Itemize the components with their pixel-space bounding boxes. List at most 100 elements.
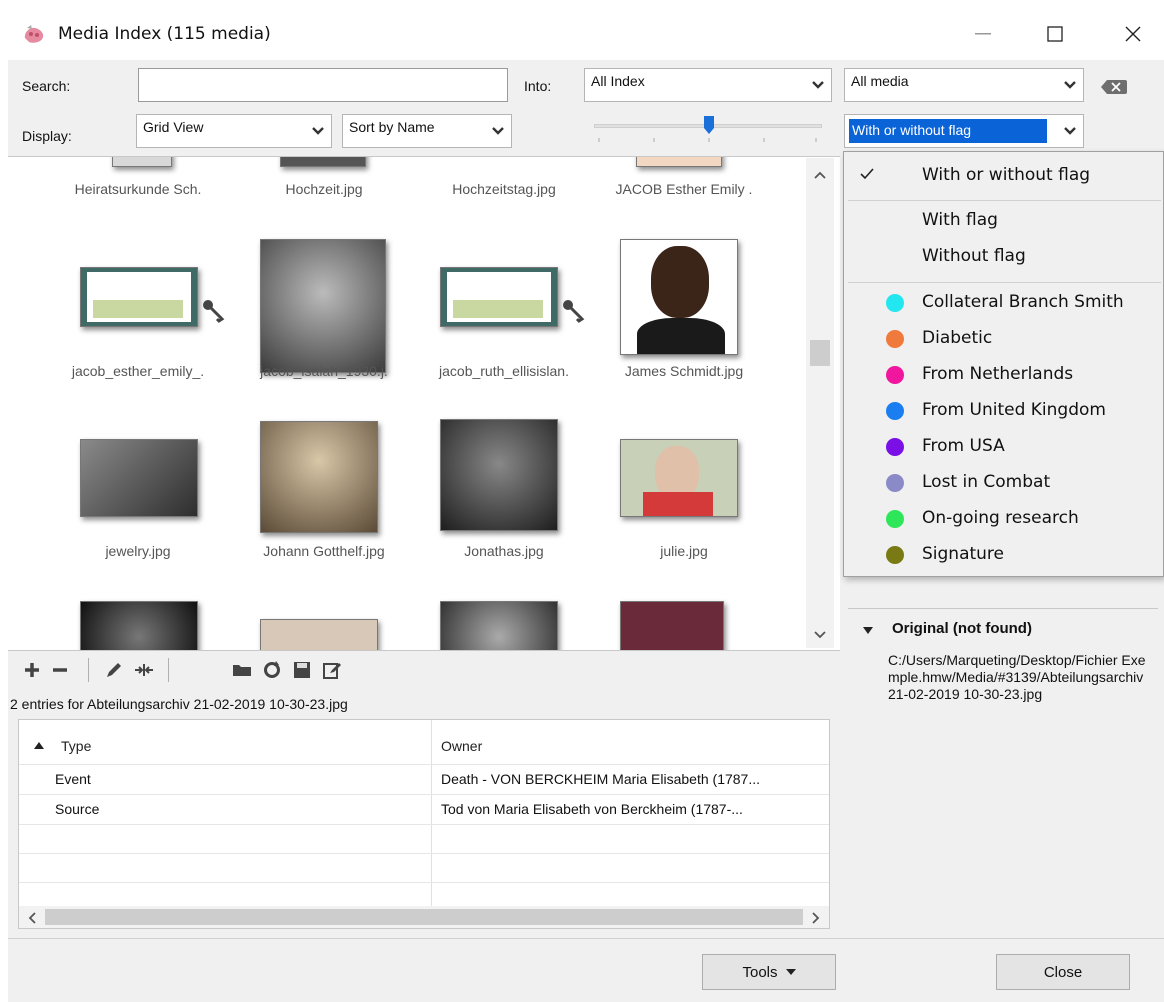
media-thumbnail[interactable] <box>80 439 198 517</box>
flag-color-dot <box>886 510 904 528</box>
maximize-icon <box>1047 26 1063 42</box>
slider-ticks <box>598 138 817 142</box>
media-thumbnail[interactable] <box>620 601 724 650</box>
menu-item-flag[interactable]: From Netherlands <box>922 364 1073 384</box>
sort-select[interactable]: Sort by Name <box>342 114 512 148</box>
usage-summary: 2 entries for Abteilungsarchiv 21-02-201… <box>10 696 348 712</box>
display-mode-select[interactable]: Grid View <box>136 114 332 148</box>
flag-color-dot <box>886 402 904 420</box>
minimize-button[interactable] <box>960 16 1006 52</box>
media-thumbnail[interactable] <box>636 157 722 167</box>
slider-thumb[interactable] <box>704 116 714 134</box>
details-divider <box>848 608 1158 609</box>
menu-item-flag[interactable]: Lost in Combat <box>922 472 1050 492</box>
flag-color-dot <box>886 474 904 492</box>
save-icon[interactable] <box>292 660 312 680</box>
scroll-down-icon[interactable] <box>814 630 826 640</box>
media-grid[interactable]: Heiratsurkunde Sch. Hochzeit.jpg Hochzei… <box>8 156 840 651</box>
media-thumbnail[interactable] <box>80 601 198 650</box>
hscrollbar-thumb[interactable] <box>45 909 803 925</box>
refresh-icon[interactable] <box>262 660 282 680</box>
flag-color-dot <box>886 366 904 384</box>
menu-separator <box>848 200 1161 201</box>
display-label: Display: <box>22 128 72 144</box>
clear-icon <box>1101 80 1127 94</box>
usage-table[interactable]: Type Owner Event Death - VON BERCKHEIM M… <box>18 719 830 929</box>
scroll-left-icon[interactable] <box>27 912 37 924</box>
column-header-type[interactable]: Type <box>61 738 91 754</box>
merge-icon[interactable] <box>134 660 154 680</box>
media-thumbnail[interactable] <box>80 267 198 327</box>
menu-item-with-or-without-flag[interactable]: With or without flag <box>922 165 1090 185</box>
into-select[interactable]: All Index <box>584 68 832 102</box>
media-caption: jacob_ruth_ellisislan. <box>439 363 569 379</box>
menu-item-with-flag[interactable]: With flag <box>922 210 998 230</box>
media-caption: Johann Gotthelf.jpg <box>263 543 385 559</box>
media-thumbnail[interactable] <box>112 157 172 167</box>
flag-filter-select[interactable]: With or without flag <box>844 114 1084 148</box>
check-icon <box>860 168 874 180</box>
thumbnail-size-slider[interactable] <box>594 116 824 150</box>
menu-item-without-flag[interactable]: Without flag <box>922 246 1026 266</box>
toolbar-separator <box>88 658 89 682</box>
close-window-button[interactable] <box>1110 16 1156 52</box>
media-thumbnail[interactable] <box>440 267 558 327</box>
media-thumbnail[interactable] <box>440 601 558 650</box>
flag-dropdown-menu: With or without flag With flag Without f… <box>843 151 1164 577</box>
media-caption: Hochzeitstag.jpg <box>452 181 556 197</box>
details-path: C:/Users/Marqueting/Desktop/Fichier Exem… <box>888 652 1146 702</box>
media-thumbnail[interactable] <box>280 157 366 167</box>
remove-icon[interactable] <box>50 660 70 680</box>
grid-scrollbar[interactable] <box>806 158 834 648</box>
chevron-down-icon <box>492 127 504 135</box>
edit-icon[interactable] <box>104 660 124 680</box>
media-thumbnail[interactable] <box>620 439 738 517</box>
flag-color-dot <box>886 330 904 348</box>
media-caption: James Schmidt.jpg <box>624 363 744 379</box>
into-label: Into: <box>524 78 552 94</box>
scroll-right-icon[interactable] <box>811 912 821 924</box>
search-input[interactable] <box>138 68 508 102</box>
media-thumbnail[interactable] <box>440 419 558 531</box>
flag-filter-value: With or without flag <box>849 119 1047 143</box>
media-thumbnail[interactable] <box>260 239 386 373</box>
column-header-owner[interactable]: Owner <box>441 738 482 754</box>
media-type-select[interactable]: All media <box>844 68 1084 102</box>
sort-select-value: Sort by Name <box>349 119 435 135</box>
media-caption: Hochzeit.jpg <box>285 181 363 197</box>
table-hscrollbar[interactable] <box>19 906 829 928</box>
search-label: Search: <box>22 78 71 94</box>
media-caption: JACOB Esther Emily . <box>615 181 753 197</box>
close-button[interactable]: Close <box>996 954 1130 990</box>
sort-ascending-icon[interactable] <box>33 740 45 750</box>
tools-button[interactable]: Tools <box>702 954 836 990</box>
table-row[interactable]: Event Death - VON BERCKHEIM Maria Elisab… <box>19 765 829 794</box>
scrollbar-thumb[interactable] <box>810 340 830 366</box>
toolbar-separator <box>168 658 169 682</box>
menu-item-flag[interactable]: From United Kingdom <box>922 400 1106 420</box>
menu-item-flag[interactable]: Collateral Branch Smith <box>922 292 1124 312</box>
media-thumbnail[interactable] <box>620 239 738 355</box>
rename-icon[interactable] <box>322 660 342 680</box>
folder-icon[interactable] <box>232 660 252 680</box>
media-caption: jewelry.jpg <box>105 543 171 559</box>
menu-item-flag[interactable]: From USA <box>922 436 1005 456</box>
scroll-up-icon[interactable] <box>814 170 826 180</box>
menu-item-flag[interactable]: Signature <box>922 544 1004 564</box>
cell-owner: Tod von Maria Elisabeth von Berckheim (1… <box>441 801 743 817</box>
key-icon <box>563 300 585 323</box>
collapse-triangle-icon[interactable] <box>862 626 874 636</box>
media-type-value: All media <box>851 73 909 89</box>
maximize-button[interactable] <box>1032 16 1078 52</box>
clear-filter-button[interactable] <box>1100 79 1128 95</box>
add-icon[interactable] <box>22 660 42 680</box>
tools-button-label: Tools <box>742 963 778 981</box>
menu-item-flag[interactable]: On-going research <box>922 508 1079 528</box>
menu-item-flag[interactable]: Diabetic <box>922 328 992 348</box>
row-divider <box>19 853 829 854</box>
table-row[interactable]: Source Tod von Maria Elisabeth von Berck… <box>19 795 829 824</box>
display-mode-value: Grid View <box>143 119 204 135</box>
media-thumbnail[interactable] <box>260 619 378 650</box>
media-thumbnail[interactable] <box>260 421 378 533</box>
row-divider <box>19 882 829 883</box>
